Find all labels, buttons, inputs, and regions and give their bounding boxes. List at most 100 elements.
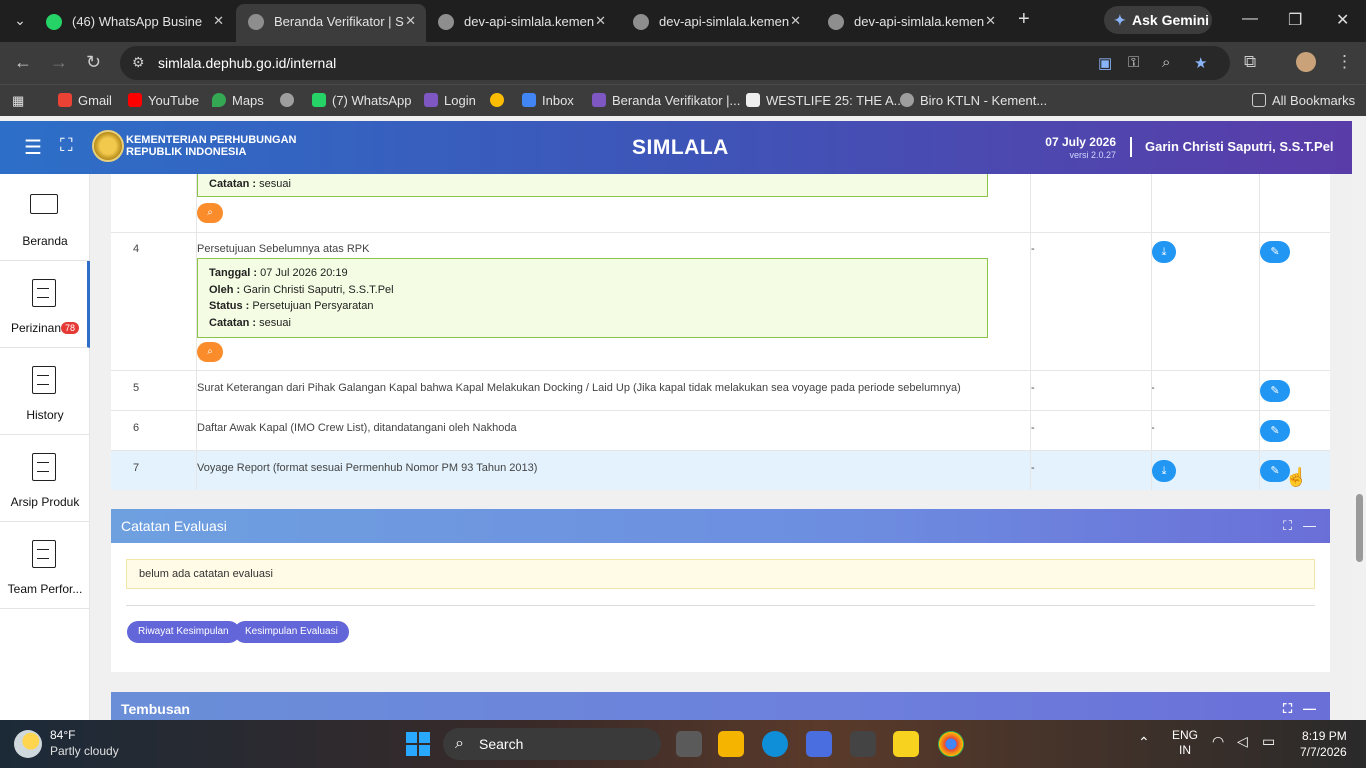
tab-dev-api-1[interactable]: dev-api-simlala.kemen ✕ xyxy=(426,6,616,36)
app-version: versi 2.0.27 xyxy=(1069,150,1116,160)
expand-icon[interactable]: ⛶ xyxy=(1283,701,1292,716)
browser-tab-strip: ⌄ (46) WhatsApp Busines ✕ Beranda Verifik… xyxy=(0,0,1366,42)
expand-icon[interactable]: ⛶ xyxy=(1283,518,1292,533)
volume-icon[interactable]: ◁ xyxy=(1237,733,1248,750)
document-icon xyxy=(32,366,56,394)
forward-button[interactable]: → xyxy=(50,52,68,73)
divider xyxy=(126,605,1315,606)
all-bookmarks[interactable]: All Bookmarks xyxy=(1252,93,1355,108)
gmail-icon xyxy=(58,93,72,107)
approval-note: Tanggal : 07 Jul 2026 20:19 Oleh : Garin… xyxy=(197,258,988,338)
zoom-button[interactable]: ⌕ xyxy=(197,203,223,223)
clock[interactable]: 8:19 PM 7/7/2026 xyxy=(1300,728,1347,760)
sidebar-item-team-performance[interactable]: Team Perfor... xyxy=(0,522,90,609)
sidebar-item-arsip-produk[interactable]: Arsip Produk xyxy=(0,435,90,522)
back-button[interactable]: ← xyxy=(14,52,32,73)
bookmark-whatsapp[interactable]: (7) WhatsApp xyxy=(312,93,411,108)
bookmark-gmail[interactable]: Gmail xyxy=(58,93,112,108)
close-icon[interactable]: ✕ xyxy=(213,6,224,36)
sticky-notes-icon[interactable] xyxy=(893,731,919,757)
page-icon xyxy=(746,93,760,107)
tab-dev-api-2[interactable]: dev-api-simlala.kemen ✕ xyxy=(621,6,811,36)
sidebar-item-history[interactable]: History xyxy=(0,348,90,435)
minimize-button[interactable]: — xyxy=(1242,10,1258,28)
bookmark-photos[interactable] xyxy=(490,93,510,108)
zoom-icon[interactable]: ⌕ xyxy=(1162,54,1170,71)
apps-grid-icon[interactable]: ▦ xyxy=(12,93,24,109)
tab-beranda-verifikator[interactable]: Beranda Verifikator | Si ✕ xyxy=(236,4,426,42)
password-key-icon[interactable]: ⚿ xyxy=(1128,54,1139,71)
table-row: Catatan : sesuai ⌕ xyxy=(111,174,1330,232)
site-info-icon[interactable]: ⚙ xyxy=(132,54,145,71)
edit-button[interactable]: ✎ xyxy=(1260,241,1290,263)
tab-dev-api-3[interactable]: dev-api-simlala.kemen ✕ xyxy=(816,6,1006,36)
tab-search-button[interactable]: ⌄ xyxy=(8,8,32,32)
taskbar-search[interactable]: ⌕ Search xyxy=(443,728,661,760)
app-icon[interactable] xyxy=(806,731,832,757)
omnibox[interactable]: ⚙ simlala.dephub.go.id/internal ▣ ⚿ ⌕ ★ xyxy=(120,46,1230,80)
ask-gemini-button[interactable]: ✦ Ask Gemini xyxy=(1104,6,1212,34)
bookmark-star-icon[interactable]: ★ xyxy=(1194,54,1207,72)
download-button[interactable]: ⤓ xyxy=(1152,241,1176,263)
language-indicator[interactable]: ENG IN xyxy=(1172,728,1198,758)
user-name[interactable]: Garin Christi Saputri, S.S.T.Pel xyxy=(1145,139,1334,154)
edit-button[interactable]: ✎ xyxy=(1260,380,1290,402)
column-divider xyxy=(1151,174,1152,490)
ministry-name: KEMENTERIAN PERHUBUNGAN REPUBLIK INDONES… xyxy=(126,134,297,158)
riwayat-kesimpulan-button[interactable]: Riwayat Kesimpulan xyxy=(127,621,240,643)
close-icon[interactable]: ✕ xyxy=(985,6,996,36)
pinwheel-icon xyxy=(490,93,504,107)
new-tab-button[interactable]: + xyxy=(1018,8,1030,31)
chevron-up-icon[interactable]: ⌃ xyxy=(1138,734,1150,751)
menu-kebab-icon[interactable]: ⋮ xyxy=(1336,52,1353,72)
close-window-button[interactable]: ✕ xyxy=(1336,10,1349,30)
bookmark-inbox[interactable]: Inbox xyxy=(522,93,574,108)
whatsapp-icon xyxy=(46,13,62,30)
bookmark-beranda-verifikator[interactable]: Beranda Verifikator |... xyxy=(592,93,740,108)
battery-icon[interactable]: ▭ xyxy=(1262,733,1275,750)
close-icon[interactable]: ✕ xyxy=(790,6,801,36)
sidebar: Beranda Perizinan 78 History Arsip Produk… xyxy=(0,174,90,720)
table-row: 7 Voyage Report (format sesuai Permenhub… xyxy=(111,450,1330,490)
collapse-icon[interactable]: — xyxy=(1303,701,1316,716)
download-button[interactable]: ⤓ xyxy=(1152,460,1176,482)
header-divider xyxy=(1130,137,1132,157)
chrome-icon[interactable] xyxy=(938,731,964,757)
collapse-icon[interactable]: — xyxy=(1303,518,1316,533)
fullscreen-icon[interactable]: ⛶ xyxy=(60,135,73,156)
bookmark-login[interactable]: Login xyxy=(424,93,476,108)
task-view-icon[interactable] xyxy=(676,731,702,757)
hamburger-menu-icon[interactable]: ☰ xyxy=(24,135,42,160)
windows-start-icon[interactable] xyxy=(406,732,430,756)
zoom-button[interactable]: ⌕ xyxy=(197,342,223,362)
url-text[interactable]: simlala.dephub.go.id/internal xyxy=(158,55,336,71)
bookmark-youtube[interactable]: YouTube xyxy=(128,93,199,108)
edge-icon[interactable] xyxy=(762,731,788,757)
bookmark-globe[interactable] xyxy=(280,93,300,108)
bookmark-biro-ktln[interactable]: Biro KTLN - Kement... xyxy=(900,93,1047,108)
bookmark-westlife[interactable]: WESTLIFE 25: THE A... xyxy=(746,93,904,108)
wifi-icon[interactable]: ◠ xyxy=(1212,733,1224,750)
file-explorer-icon[interactable] xyxy=(718,731,744,757)
kesimpulan-evaluasi-button[interactable]: Kesimpulan Evaluasi xyxy=(234,621,349,643)
tab-whatsapp[interactable]: (46) WhatsApp Busines ✕ xyxy=(34,6,234,36)
install-app-icon[interactable]: ▣ xyxy=(1098,54,1112,72)
extensions-icon[interactable]: ⧉ xyxy=(1244,52,1256,72)
main-content: Catatan : sesuai ⌕ 4 Persetujuan Sebelum… xyxy=(90,174,1352,720)
sidebar-item-beranda[interactable]: Beranda xyxy=(0,174,90,261)
table-row: 6 Daftar Awak Kapal (IMO Crew List), dit… xyxy=(111,410,1330,450)
scrollbar-thumb[interactable] xyxy=(1356,494,1363,562)
close-icon[interactable]: ✕ xyxy=(595,6,606,36)
camera-icon[interactable] xyxy=(850,731,876,757)
table-row: 5 Surat Keterangan dari Pihak Galangan K… xyxy=(111,370,1330,410)
globe-icon xyxy=(828,13,844,30)
bookmark-maps[interactable]: Maps xyxy=(212,93,264,108)
close-icon[interactable]: ✕ xyxy=(405,4,416,38)
sidebar-item-perizinan[interactable]: Perizinan 78 xyxy=(0,261,90,348)
reload-button[interactable]: ↻ xyxy=(86,52,101,73)
edit-button[interactable]: ✎ xyxy=(1260,420,1290,442)
page-scrollbar[interactable] xyxy=(1352,121,1366,720)
restore-button[interactable]: ❐ xyxy=(1288,10,1302,30)
perizinan-count-badge: 78 xyxy=(61,322,80,334)
profile-avatar[interactable] xyxy=(1296,52,1316,72)
